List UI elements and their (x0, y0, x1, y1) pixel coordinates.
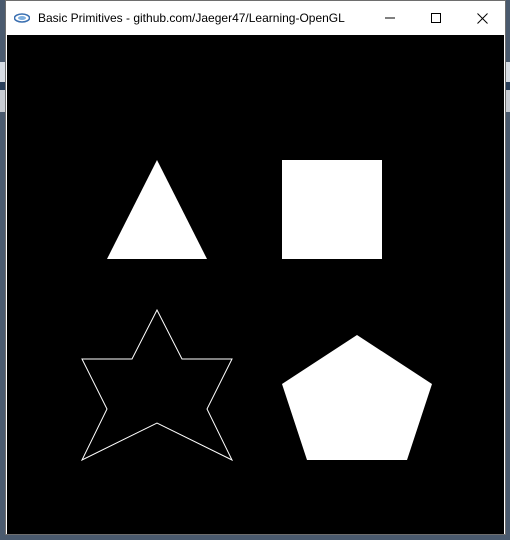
opengl-app-icon[interactable] (14, 11, 30, 25)
title-bar[interactable]: Basic Primitives - github.com/Jaeger47/L… (6, 1, 505, 35)
app-window: Basic Primitives - github.com/Jaeger47/L… (5, 0, 506, 535)
window-title: Basic Primitives - github.com/Jaeger47/L… (38, 11, 345, 25)
close-button[interactable] (459, 1, 505, 35)
window-controls (367, 1, 505, 35)
maximize-button[interactable] (413, 1, 459, 35)
maximize-icon (431, 13, 441, 23)
filled-triangle (107, 160, 207, 259)
opengl-canvas[interactable] (7, 35, 504, 534)
minimize-button[interactable] (367, 1, 413, 35)
filled-pentagon (282, 335, 432, 460)
minimize-icon (385, 13, 395, 23)
canvas-drawing (80, 160, 432, 462)
close-icon (476, 12, 488, 24)
filled-square (282, 160, 382, 259)
outlined-star (80, 308, 234, 462)
